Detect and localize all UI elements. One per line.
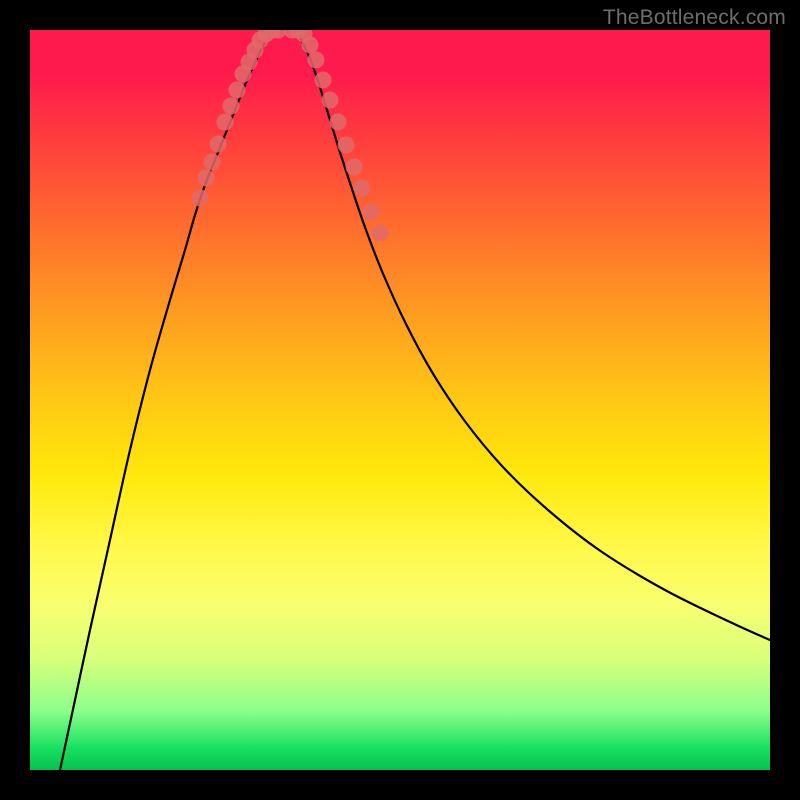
data-points-left [192,30,287,207]
data-point [210,136,227,153]
outer-frame: TheBottleneck.com [0,0,800,800]
data-point [322,92,339,109]
data-point [308,52,325,69]
data-point [223,98,240,115]
data-point [363,204,380,221]
watermark-text: TheBottleneck.com [603,6,786,30]
chart-svg [30,30,770,770]
data-point [217,114,234,131]
data-point [198,170,215,187]
curve-right [285,30,770,640]
curve-left [60,30,285,770]
data-point [338,137,355,154]
data-point [229,82,246,99]
data-point [346,159,363,176]
data-point [192,190,209,207]
data-point [354,180,371,197]
data-point [204,154,221,171]
data-point [372,225,389,242]
data-point [315,72,332,89]
data-point [302,37,319,54]
plot-area [30,30,770,770]
data-point [330,114,347,131]
